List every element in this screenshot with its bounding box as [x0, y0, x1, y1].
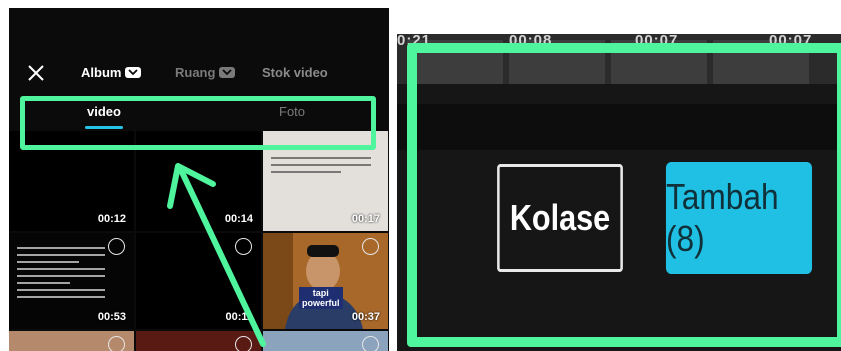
highlight-box-editor	[407, 43, 841, 347]
arrow-icon	[167, 163, 266, 347]
